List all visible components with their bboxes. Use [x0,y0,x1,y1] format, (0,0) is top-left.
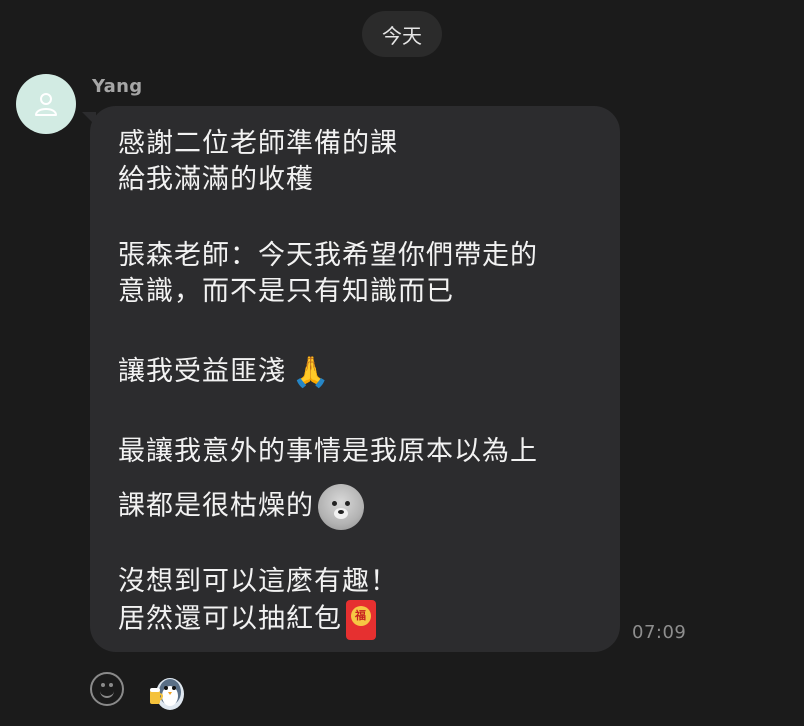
message-text: 課都是很枯燥的 [118,490,314,522]
message-line-with-emoji: 讓我受益匪淺 🙏 [118,354,620,390]
message-line: 張森老師：今天我希望你們帶走的 [118,240,538,271]
penguin-sticker-icon[interactable] [146,668,190,712]
message-line: 意識，而不是只有知識而已 [118,276,454,307]
sender-name: Yang [92,76,143,97]
message-line-with-emoji: 課都是很枯燥的 [118,484,620,530]
message-timestamp: 07:09 [632,622,687,643]
bear-sticker-icon [318,484,364,530]
message-line: 沒想到可以這麼有趣！ [118,566,398,597]
message-text: 居然還可以抽紅包 [118,603,342,635]
message-bubble[interactable]: 感謝二位老師準備的課 給我滿滿的收穫 張森老師：今天我希望你們帶走的 意識，而不… [90,106,620,652]
sender-avatar[interactable] [16,74,76,134]
date-label: 今天 [382,23,422,48]
message-line: 給我滿滿的收穫 [118,164,314,195]
person-icon [35,93,57,116]
envelope-seal: 福 [351,606,371,626]
chat-view: 今天 Yang 感謝二位老師準備的課 給我滿滿的收穫 張森老師：今天我希望你們帶… [0,0,804,726]
pray-emoji-icon: 🙏 [292,354,331,390]
red-envelope-icon: 福 [346,600,376,640]
message-text: 讓我受益匪淺 [118,356,286,387]
message-line: 感謝二位老師準備的課 [118,128,398,159]
message-line-with-emoji: 居然還可以抽紅包福 [118,600,620,640]
message-line: 最讓我意外的事情是我原本以為上 [118,436,538,467]
date-separator: 今天 [362,11,442,57]
smiley-icon[interactable] [90,672,124,706]
